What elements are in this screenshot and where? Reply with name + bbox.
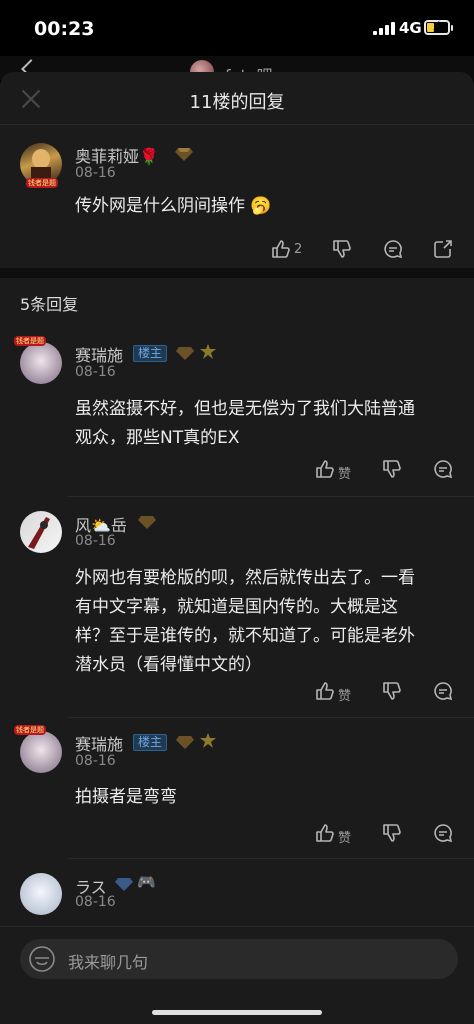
avatar-frame-badge: 钱者是题 <box>26 178 58 188</box>
charging-icon: ⚡ <box>432 19 442 34</box>
status-time: 00:23 <box>34 18 95 40</box>
like-label: 赞 <box>338 467 352 482</box>
comment-icon[interactable] <box>432 680 454 702</box>
share-icon[interactable] <box>432 238 454 260</box>
reply-date: 08-16 <box>75 753 116 769</box>
sheet-header: 11楼的回复 <box>0 72 474 124</box>
reply-text-line: 拍摄者是弯弯 <box>75 787 177 807</box>
reply-text-line: 外网也有要枪版的呗，然后就传出去了。一看 <box>75 568 415 588</box>
status-bar: 00:23 4G ⚡ <box>0 0 474 56</box>
gem-icon <box>176 736 194 749</box>
level-badge-icon <box>200 344 216 359</box>
thumbs-down-icon[interactable] <box>381 822 403 844</box>
username[interactable]: 赛瑞施 <box>75 342 123 366</box>
reply-date: 08-16 <box>75 533 116 549</box>
row-divider <box>68 858 474 859</box>
host-badge: 楼主 <box>133 734 168 751</box>
reply-text-line: 潜水员（看得懂中文的） <box>75 655 262 675</box>
thumbs-down-icon[interactable] <box>381 458 403 480</box>
comment-input[interactable]: 我来聊几句 <box>20 939 458 979</box>
like-count: 2 <box>294 242 303 257</box>
gem-icon <box>175 148 193 161</box>
comment-icon[interactable] <box>432 458 454 480</box>
section-divider <box>0 268 474 278</box>
gem-icon <box>138 516 156 529</box>
header-divider <box>0 124 474 125</box>
network-label: 4G <box>399 19 422 37</box>
host-badge: 楼主 <box>133 345 168 362</box>
like-label: 赞 <box>338 689 352 704</box>
comment-icon[interactable] <box>432 822 454 844</box>
reply-date: 08-16 <box>75 894 116 910</box>
gem-icon <box>115 878 133 891</box>
reply-text-line: 样？至于是谁传的，就不知道了。可能是老外 <box>75 626 415 646</box>
reply-sheet: 11楼的回复 钱者是题 奥菲莉娅🌹 08-16 传外网是什么阴间操作 🥱 2 5… <box>0 72 474 1024</box>
rose-emoji: 🌹 <box>139 147 159 166</box>
avatar[interactable] <box>20 342 62 384</box>
post-date: 08-16 <box>75 165 116 181</box>
avatar[interactable] <box>20 511 62 553</box>
comment-input-placeholder: 我来聊几句 <box>68 953 149 972</box>
username[interactable]: 奥菲莉娅🌹 <box>75 143 159 167</box>
gem-icon <box>176 347 194 360</box>
game-emoji: 🎮 <box>137 873 156 891</box>
avatar[interactable] <box>20 873 62 915</box>
thumbs-down-icon[interactable] <box>381 680 403 702</box>
post-text: 传外网是什么阴间操作 🥱 <box>75 196 272 216</box>
sheet-title: 11楼的回复 <box>189 92 285 113</box>
thumbs-up-icon[interactable] <box>270 238 292 260</box>
thumbs-down-icon[interactable] <box>331 238 353 260</box>
username-text: 奥菲莉娅 <box>75 147 140 166</box>
thumbs-up-icon[interactable] <box>314 680 336 702</box>
thumbs-up-icon[interactable] <box>314 458 336 480</box>
avatar-frame-badge: 钱者是题 <box>14 336 46 346</box>
reply-text-line: 观众，那些NT真的EX <box>75 428 240 448</box>
reply-date: 08-16 <box>75 364 116 380</box>
row-divider <box>68 717 474 718</box>
avatar[interactable] <box>20 731 62 773</box>
emoji-icon[interactable] <box>28 945 56 973</box>
username[interactable]: 赛瑞施 <box>75 731 123 755</box>
like-label: 赞 <box>338 831 352 846</box>
reply-text-line: 有中文字幕，就知道是国内传的。大概是这 <box>75 597 398 617</box>
level-badge-icon <box>200 733 216 748</box>
signal-icon <box>373 22 395 35</box>
avatar-frame-badge: 钱者是题 <box>14 725 46 735</box>
home-indicator <box>152 1010 322 1015</box>
replies-count: 5条回复 <box>20 295 79 314</box>
comment-icon[interactable] <box>382 238 404 260</box>
row-divider <box>68 496 474 497</box>
thumbs-up-icon[interactable] <box>314 822 336 844</box>
avatar-figure-icon <box>28 517 50 549</box>
reply-text-line: 虽然盗摄不好，但也是无偿为了我们大陆普通 <box>75 399 415 419</box>
battery-cap <box>451 25 453 31</box>
